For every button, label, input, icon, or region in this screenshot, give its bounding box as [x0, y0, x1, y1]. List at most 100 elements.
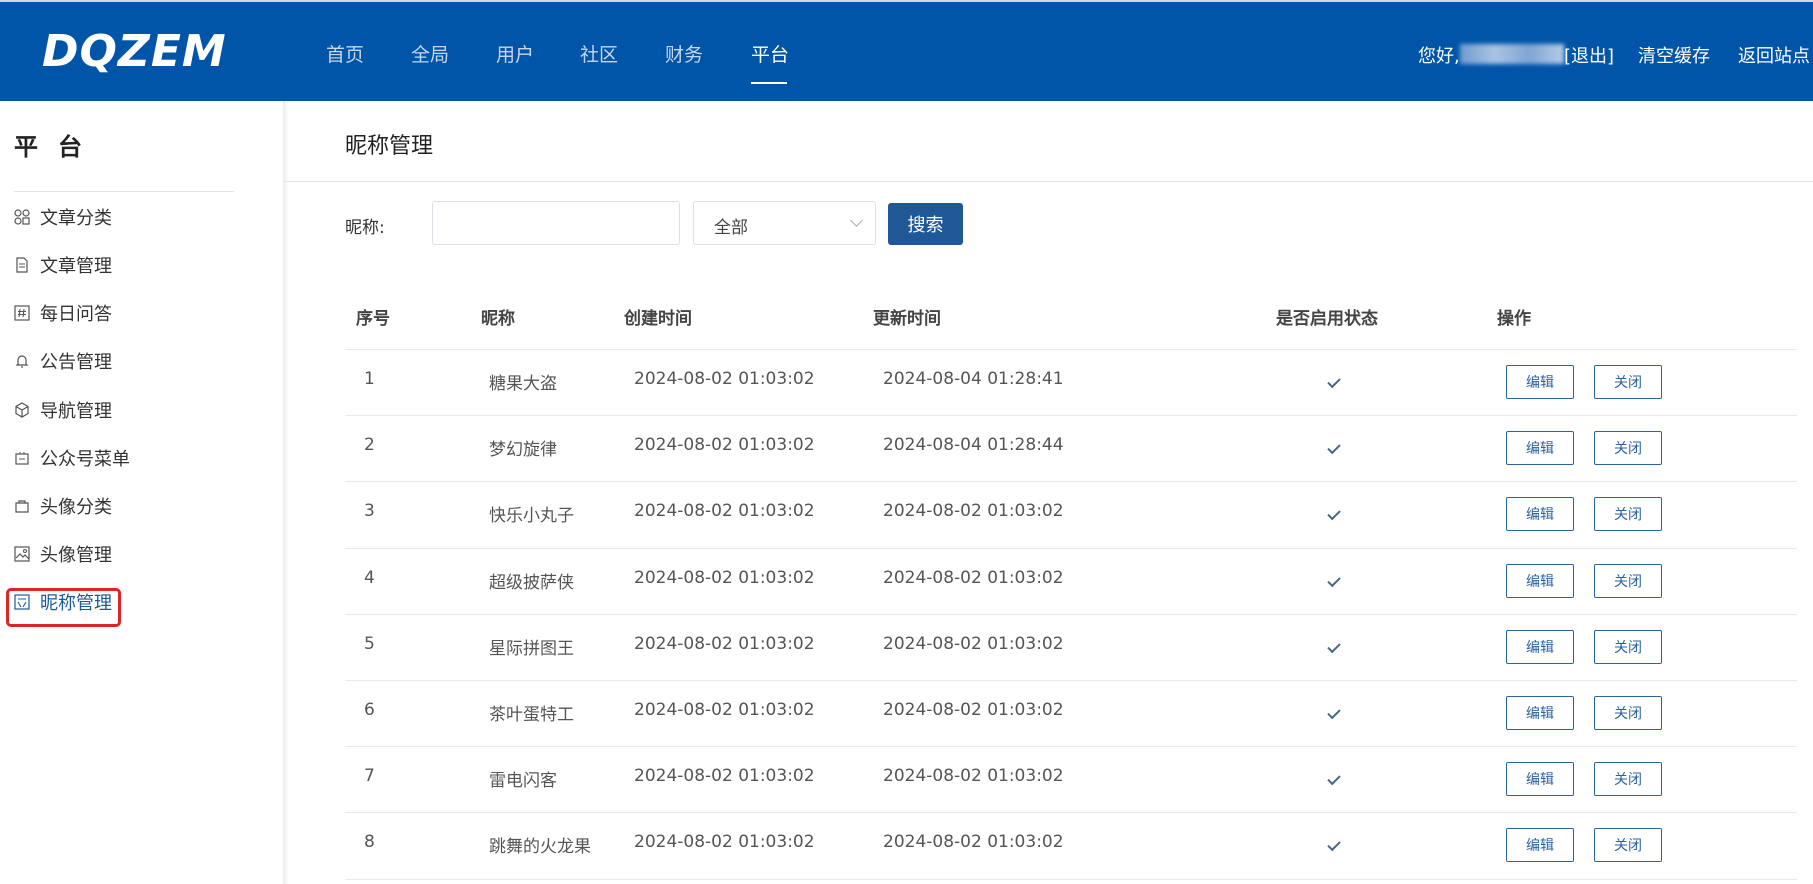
- nickname-filter-label: 昵称:: [345, 218, 385, 238]
- sidebar-item-label: 头像分类: [40, 497, 112, 518]
- cell-updated: 2024-08-02 01:03:02: [883, 568, 1064, 588]
- greeting-text: 您好,: [1418, 46, 1460, 67]
- cell-nickname: 雷电闪客: [489, 771, 557, 791]
- sidebar-item-wechat-menu[interactable]: 公众号菜单: [14, 445, 130, 471]
- cell-nickname: 超级披萨侠: [489, 573, 574, 593]
- cell-nickname: 糖果大盗: [489, 374, 557, 394]
- sidebar-item-label: 导航管理: [40, 401, 112, 422]
- sidebar-item-avatar-manage[interactable]: 头像管理: [14, 541, 112, 567]
- row-divider: [345, 481, 1797, 482]
- page-title: 昵称管理: [345, 134, 434, 159]
- edit-button[interactable]: 编辑: [1506, 630, 1574, 664]
- close-button[interactable]: 关闭: [1594, 564, 1662, 598]
- logout-link[interactable]: [退出]: [1564, 42, 1614, 68]
- close-button[interactable]: 关闭: [1594, 630, 1662, 664]
- cell-id: 2: [364, 435, 375, 455]
- menu-icon: [15, 452, 29, 465]
- close-button[interactable]: 关闭: [1594, 762, 1662, 796]
- cell-nickname: 快乐小丸子: [489, 506, 574, 526]
- cell-id: 7: [364, 766, 375, 786]
- logo[interactable]: DQZEM: [42, 26, 227, 77]
- cell-updated: 2024-08-02 01:03:02: [883, 501, 1064, 521]
- check-icon: [1327, 506, 1341, 521]
- edit-button[interactable]: 编辑: [1506, 431, 1574, 465]
- close-button[interactable]: 关闭: [1594, 696, 1662, 730]
- cell-created: 2024-08-02 01:03:02: [634, 634, 815, 654]
- cell-nickname: 跳舞的火龙果: [489, 837, 591, 857]
- cube-icon: [15, 402, 29, 418]
- nav-users[interactable]: 用户: [496, 40, 534, 67]
- close-button[interactable]: 关闭: [1594, 497, 1662, 531]
- sidebar-item-navigation[interactable]: 导航管理: [14, 397, 112, 423]
- cell-created: 2024-08-02 01:03:02: [634, 369, 815, 389]
- nav-finance[interactable]: 财务: [665, 40, 703, 67]
- back-to-site-link[interactable]: 返回站点: [1738, 42, 1810, 68]
- nav-platform[interactable]: 平台: [751, 40, 789, 67]
- close-button[interactable]: 关闭: [1594, 431, 1662, 465]
- cell-id: 5: [364, 634, 375, 654]
- cell-created: 2024-08-02 01:03:02: [634, 501, 815, 521]
- check-icon: [1327, 374, 1341, 389]
- nav-global[interactable]: 全局: [411, 40, 449, 67]
- sidebar-item-announcement[interactable]: 公告管理: [14, 348, 112, 374]
- check-icon: [1327, 837, 1341, 852]
- cell-id: 3: [364, 501, 375, 521]
- col-header-id: 序号: [356, 309, 390, 329]
- row-divider: [345, 349, 1797, 350]
- col-header-enabled: 是否启用状态: [1276, 309, 1378, 329]
- sidebar: 平台 文章分类 文章管理 每日问答 公告管理 导航管理 公众号菜单 头像分类 头…: [0, 101, 283, 884]
- status-select-value: 全部: [714, 218, 748, 238]
- search-button[interactable]: 搜索: [888, 203, 963, 245]
- close-button[interactable]: 关闭: [1594, 828, 1662, 862]
- bell-icon: [15, 355, 29, 368]
- redacted-username: [1460, 44, 1564, 64]
- col-header-updated: 更新时间: [873, 309, 941, 329]
- hash-icon: [14, 305, 30, 321]
- cell-created: 2024-08-02 01:03:02: [634, 766, 815, 786]
- nav-home[interactable]: 首页: [326, 40, 364, 67]
- row-divider: [345, 548, 1797, 549]
- edit-button[interactable]: 编辑: [1506, 696, 1574, 730]
- sidebar-item-article-category[interactable]: 文章分类: [14, 204, 112, 230]
- check-icon: [1327, 639, 1341, 654]
- sidebar-item-avatar-category[interactable]: 头像分类: [14, 493, 112, 519]
- sidebar-item-label: 每日问答: [40, 304, 112, 325]
- image-icon: [14, 546, 30, 562]
- category-icon: [14, 209, 30, 225]
- cell-created: 2024-08-02 01:03:02: [634, 568, 815, 588]
- row-divider: [345, 879, 1797, 880]
- cell-created: 2024-08-02 01:03:02: [634, 700, 815, 720]
- edit-button[interactable]: 编辑: [1506, 564, 1574, 598]
- row-divider: [345, 614, 1797, 615]
- cell-id: 8: [364, 832, 375, 852]
- col-header-created: 创建时间: [624, 309, 692, 329]
- sidebar-item-label: 公众号菜单: [40, 449, 130, 470]
- cell-id: 4: [364, 568, 375, 588]
- sidebar-item-article-manage[interactable]: 文章管理: [14, 252, 112, 278]
- document-icon: [16, 257, 28, 273]
- edit-button[interactable]: 编辑: [1506, 828, 1574, 862]
- nickname-search-input[interactable]: [432, 201, 680, 245]
- bag-icon: [15, 500, 29, 513]
- close-button[interactable]: 关闭: [1594, 365, 1662, 399]
- cell-id: 6: [364, 700, 375, 720]
- edit-button[interactable]: 编辑: [1506, 497, 1574, 531]
- sidebar-shadow: [283, 101, 289, 884]
- cell-updated: 2024-08-02 01:03:02: [883, 700, 1064, 720]
- sidebar-divider: [14, 191, 234, 192]
- check-icon: [1327, 440, 1341, 455]
- check-icon: [1327, 705, 1341, 720]
- edit-button[interactable]: 编辑: [1506, 365, 1574, 399]
- sidebar-item-label: 文章分类: [40, 208, 112, 229]
- sidebar-item-label: 头像管理: [40, 545, 112, 566]
- clear-cache-link[interactable]: 清空缓存: [1638, 42, 1710, 68]
- cell-created: 2024-08-02 01:03:02: [634, 832, 815, 852]
- sidebar-item-daily-qa[interactable]: 每日问答: [14, 300, 112, 326]
- status-select[interactable]: 全部: [693, 201, 876, 245]
- nav-community[interactable]: 社区: [580, 40, 618, 67]
- cell-updated: 2024-08-04 01:28:44: [883, 435, 1064, 455]
- cell-updated: 2024-08-02 01:03:02: [883, 634, 1064, 654]
- col-header-actions: 操作: [1497, 309, 1531, 329]
- cell-updated: 2024-08-02 01:03:02: [883, 766, 1064, 786]
- edit-button[interactable]: 编辑: [1506, 762, 1574, 796]
